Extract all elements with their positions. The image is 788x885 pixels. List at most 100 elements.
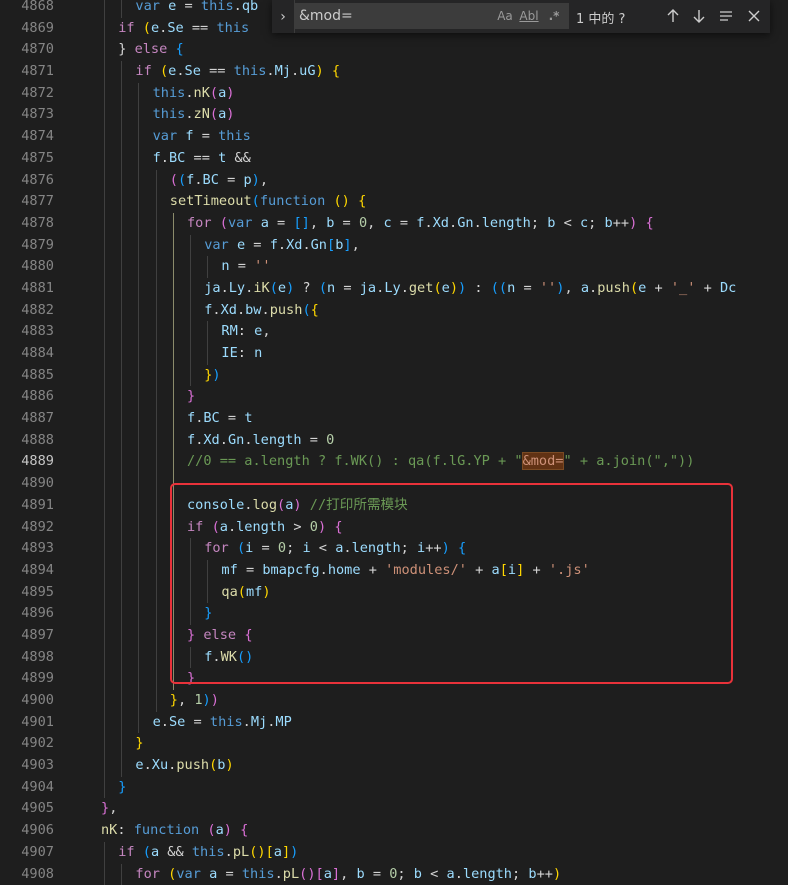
code-text: if (e.Se == this.Mj.uG) { xyxy=(135,61,340,83)
code-line[interactable]: 4905}, xyxy=(0,798,788,820)
find-in-selection-icon[interactable] xyxy=(715,5,737,27)
code-line[interactable]: 4877 setTimeout(function () { xyxy=(0,191,788,213)
indent-guide xyxy=(121,147,123,170)
code-line[interactable]: 4885}) xyxy=(0,364,788,387)
indent-guide xyxy=(121,494,123,517)
match-case-toggle[interactable]: Aa xyxy=(494,6,516,26)
code-line[interactable]: 4874 var f = this xyxy=(0,126,788,148)
code-line[interactable]: 4891 console.log(a) //打印所需模块 xyxy=(0,494,788,517)
line-number: 4895 xyxy=(21,583,54,600)
indent-guide xyxy=(155,234,157,257)
code-line[interactable]: 4878 for (var a = [], b = 0, c = f.Xd.Gn.… xyxy=(0,212,788,235)
code-line[interactable]: 4895 qa(mf) xyxy=(0,581,788,604)
code-token: '.js' xyxy=(548,561,590,578)
code-line[interactable]: 4893 for (i = 0; i < a.length; i++) { xyxy=(0,538,788,560)
code-line[interactable]: 4903 e.Xu.push(b) xyxy=(0,755,788,777)
code-text: } else { xyxy=(187,625,253,647)
indent-guide xyxy=(138,169,140,192)
line-number: 4885 xyxy=(21,366,54,383)
indent-guide xyxy=(104,473,105,495)
indent-guide xyxy=(138,191,140,213)
regex-toggle[interactable]: .* xyxy=(544,6,564,26)
code-token: } xyxy=(169,692,178,708)
code-line[interactable]: 4870} else { xyxy=(0,39,788,62)
code-text: } xyxy=(135,733,143,755)
code-line[interactable]: 4890 xyxy=(0,473,788,495)
code-line[interactable]: 4882 f.Xd.bw.push({ xyxy=(0,299,788,322)
code-line[interactable]: 4888 f.Xd.Gn.length = 0 xyxy=(0,429,788,452)
code-token: ; xyxy=(286,540,303,557)
code-token: ; xyxy=(400,540,418,557)
line-number: 4887 xyxy=(21,410,54,427)
code-line[interactable]: 4880 n = '' xyxy=(0,256,788,278)
code-line[interactable]: 4872 this.nK(a) xyxy=(0,82,788,105)
code-line[interactable]: 4876 ((f.BC = p), xyxy=(0,169,788,192)
code-token: push xyxy=(269,301,303,318)
code-token: = xyxy=(218,171,244,188)
code-token: > xyxy=(285,518,310,535)
code-token: ) xyxy=(262,583,271,600)
code-token: ( xyxy=(433,279,442,296)
code-line[interactable]: 4896} xyxy=(0,603,788,625)
code-line[interactable]: 4892 if (a.length > 0) { xyxy=(0,516,788,539)
code-token: == xyxy=(185,149,219,166)
arrow-down-icon[interactable] xyxy=(688,5,710,27)
code-text: for (var a = this.pL()[a], b = 0; b < a.… xyxy=(135,864,561,885)
code-line[interactable]: 4875 f.BC == t && xyxy=(0,147,788,170)
indent-guide xyxy=(121,581,123,604)
code-line[interactable]: 4907 if (a && this.pL()[a]) xyxy=(0,841,788,864)
code-line[interactable]: 4871 if (e.Se == this.Mj.uG) { xyxy=(0,61,788,83)
code-line[interactable]: 4904} xyxy=(0,776,788,799)
code-line[interactable]: 4883 RM: e, xyxy=(0,321,788,343)
code-token: . xyxy=(185,84,194,101)
code-line[interactable]: 4898 f.WK() xyxy=(0,646,788,669)
code-line[interactable]: 4894 mf = bmapcfg.home + 'modules/' + a[i… xyxy=(0,559,788,582)
indent-guide xyxy=(172,408,174,430)
code-token: . xyxy=(194,171,203,188)
close-icon[interactable] xyxy=(743,5,765,27)
code-text: //0 == a.length ? f.WK() : qa(f.lG.YP + … xyxy=(187,451,694,473)
indent-guide xyxy=(104,733,105,756)
code-token: + xyxy=(695,279,720,296)
indent-guide xyxy=(190,256,191,278)
arrow-up-icon[interactable] xyxy=(662,5,684,27)
code-line[interactable]: 4887 f.BC = t xyxy=(0,408,788,430)
code-line[interactable]: 4881 ja.Ly.iK(e) ? (n = ja.Ly.get(e)) : (… xyxy=(0,277,788,300)
indent-guide xyxy=(138,82,140,105)
code-token: b xyxy=(604,214,613,231)
code-line[interactable]: 4879 var e = f.Xd.Gn[b], xyxy=(0,234,788,257)
code-token: for xyxy=(135,865,160,882)
code-token: '_' xyxy=(670,279,696,296)
indent-guide xyxy=(104,776,105,799)
code-line[interactable]: 4901 e.Se = this.Mj.MP xyxy=(0,711,788,734)
code-token: . xyxy=(220,279,229,296)
code-line[interactable]: 4899} xyxy=(0,668,788,690)
whole-word-toggle[interactable]: Abl xyxy=(518,6,540,26)
code-line[interactable]: 4873 this.zN(a) xyxy=(0,104,788,127)
code-line[interactable]: 4889 //0 == a.length ? f.WK() : qa(f.lG.Y… xyxy=(0,451,788,474)
code-line[interactable]: 4884 IE: n xyxy=(0,343,788,365)
indent-guide xyxy=(104,17,105,40)
code-line[interactable]: 4902} xyxy=(0,733,788,756)
line-number: 4881 xyxy=(21,279,54,296)
code-editor[interactable]: 4868 var e = this.qb 4869 if (e.Se == this 4… xyxy=(0,0,788,885)
code-line[interactable]: 4908 for (var a = this.pL()[a], b = 0; b … xyxy=(0,863,788,885)
code-token: < xyxy=(555,214,580,231)
chevron-right-icon[interactable]: › xyxy=(272,0,295,33)
indent-guide xyxy=(104,299,105,322)
code-text: f.WK() xyxy=(204,647,253,669)
code-token: ; xyxy=(588,214,605,231)
code-token: } xyxy=(135,735,144,752)
code-line[interactable]: 4897} else { xyxy=(0,624,788,647)
code-token: e xyxy=(150,19,160,36)
line-number: 4896 xyxy=(21,605,54,622)
code-text: if (e.Se == this xyxy=(118,18,249,40)
code-token: . xyxy=(589,279,598,296)
code-token: ) xyxy=(225,757,234,774)
code-line[interactable]: 4906 nK: function (a) { xyxy=(0,820,788,842)
code-line[interactable]: 4886} xyxy=(0,386,788,409)
indent-guide xyxy=(104,451,105,474)
code-line[interactable]: 4900}, 1)) xyxy=(0,690,788,712)
code-text: if (a && this.pL()[a]) xyxy=(118,842,298,864)
